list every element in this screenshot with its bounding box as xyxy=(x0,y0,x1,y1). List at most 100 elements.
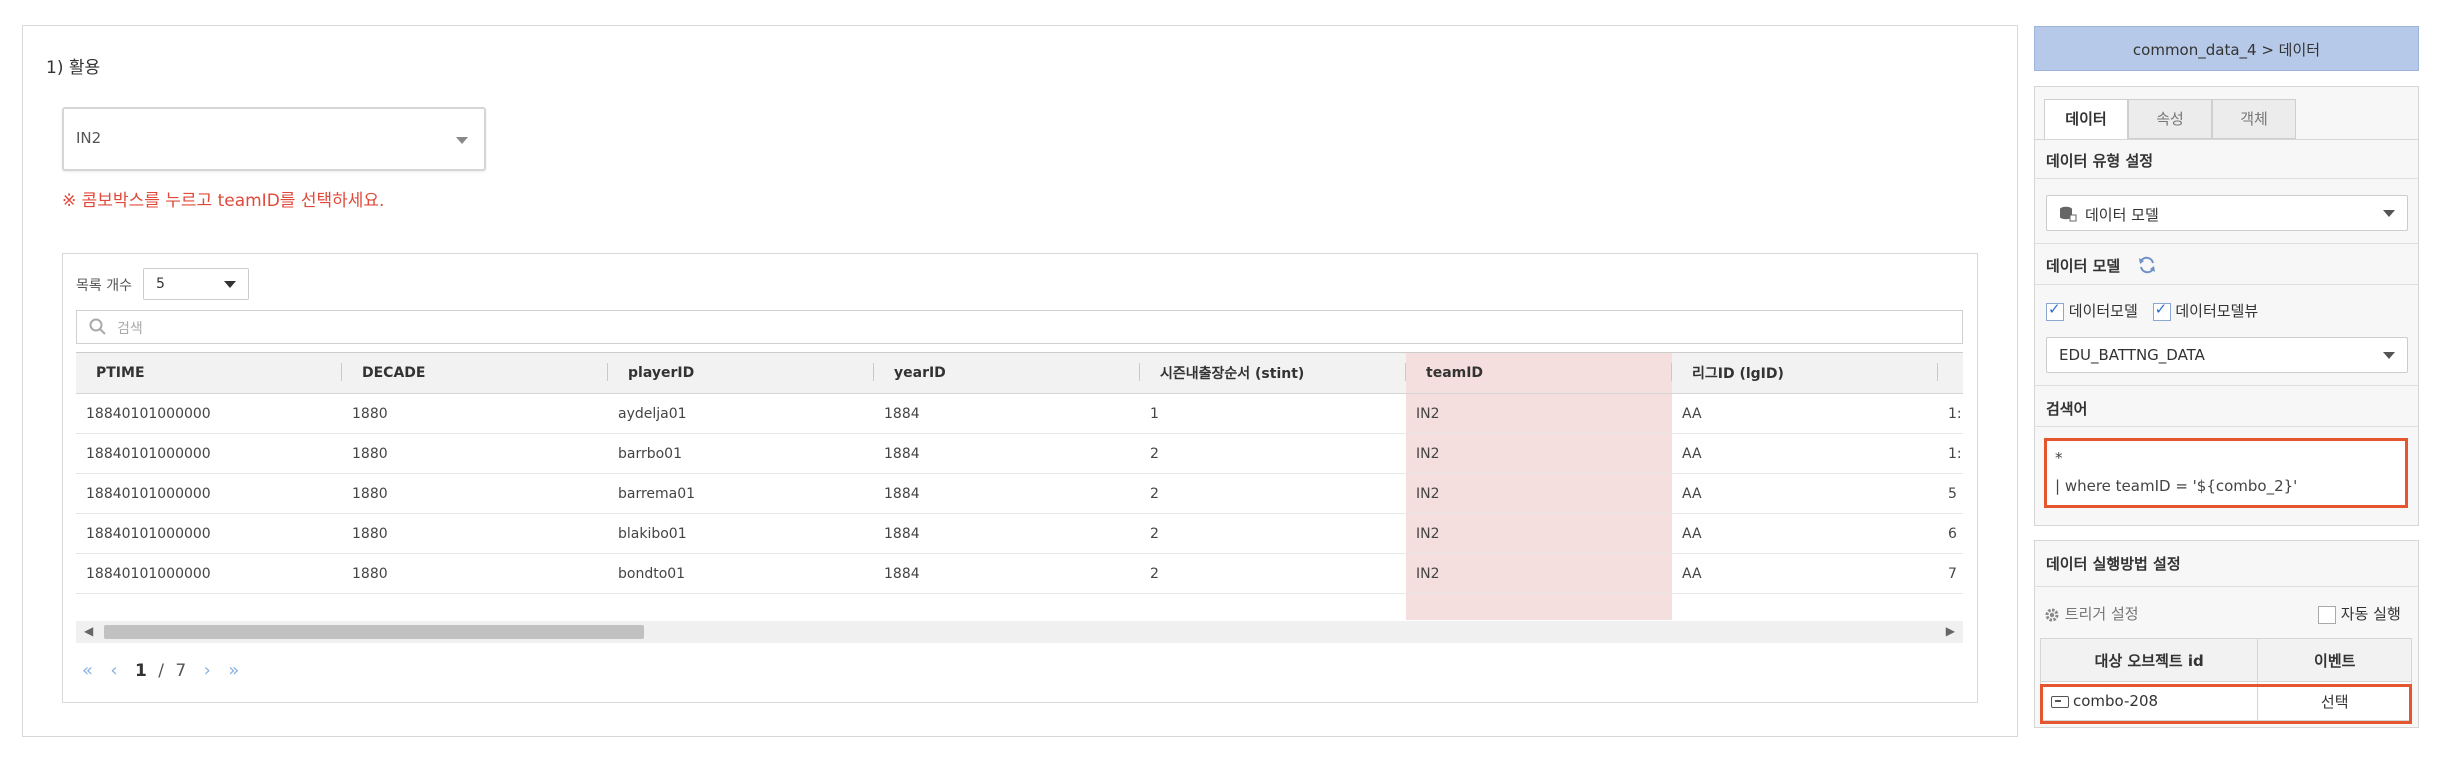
grid-filler xyxy=(76,593,1963,620)
trigger-label: 트리거 설정 xyxy=(2064,605,2139,623)
cell: 1880 xyxy=(342,553,608,594)
chevron-down-icon xyxy=(2383,210,2395,217)
refresh-icon[interactable] xyxy=(2137,255,2157,275)
column-header[interactable]: yearID xyxy=(874,353,1140,394)
query-label: 검색어 xyxy=(2046,400,2088,418)
cell: 7 xyxy=(1938,553,1963,594)
cell: AA xyxy=(1672,393,1938,434)
query-line-2: | where teamID = '${combo_2}' xyxy=(2055,477,2298,495)
grid-header-row: PTIME DECADE playerID yearID 시즌내출장순서 (st… xyxy=(76,353,1963,394)
checkbox-auto-run[interactable] xyxy=(2318,605,2336,624)
page-separator: / xyxy=(158,661,165,681)
data-model-select[interactable]: EDU_BATTNG_DATA xyxy=(2046,337,2408,373)
scroll-right-icon[interactable]: ▶ xyxy=(1946,624,1955,638)
cell: IN2 xyxy=(1406,473,1672,514)
table-row[interactable]: 18840101000000 1880 aydelja01 1884 1 IN2… xyxy=(76,393,1963,434)
trigger-settings[interactable]: 트리거 설정 xyxy=(2044,603,2139,624)
data-type-select[interactable]: 데이터 모델 xyxy=(2046,195,2408,231)
cell: barrbo01 xyxy=(608,433,874,474)
cell: 1884 xyxy=(874,553,1140,594)
cell: IN2 xyxy=(1406,433,1672,474)
cell: 1884 xyxy=(874,513,1140,554)
section-title: 1) 활용 xyxy=(46,58,101,78)
cell: aydelja01 xyxy=(608,393,874,434)
exec-label: 데이터 실행방법 설정 xyxy=(2046,555,2181,573)
cell: AA xyxy=(1672,513,1938,554)
first-page-button[interactable]: « xyxy=(82,660,93,681)
database-icon xyxy=(2060,206,2077,222)
table-row[interactable]: 18840101000000 1880 barrbo01 1884 2 IN2 … xyxy=(76,433,1963,474)
divider xyxy=(2034,243,2419,244)
table-row[interactable]: 18840101000000 1880 blakibo01 1884 2 IN2… xyxy=(76,513,1963,554)
next-page-button[interactable]: › xyxy=(204,660,211,681)
pagination: « ‹ 1 / 7 › » xyxy=(82,660,251,681)
tab-properties[interactable]: 속성 xyxy=(2128,99,2212,139)
row-count-value: 5 xyxy=(156,276,165,292)
total-pages: 7 xyxy=(175,661,187,681)
auto-run-toggle[interactable]: 자동 실행 xyxy=(2318,603,2401,624)
cell: 2 xyxy=(1140,513,1406,554)
cell: 1880 xyxy=(342,393,608,434)
divider xyxy=(2034,586,2419,587)
prev-page-button[interactable]: ‹ xyxy=(110,660,117,681)
search-placeholder: 검색 xyxy=(117,321,143,337)
query-textarea[interactable]: * | where teamID = '${combo_2}' xyxy=(2044,438,2408,508)
cell: 18840101000000 xyxy=(76,513,342,554)
cell: 18840101000000 xyxy=(76,433,342,474)
data-type-label: 데이터 유형 설정 xyxy=(2046,152,2154,170)
divider xyxy=(2034,178,2419,179)
column-header[interactable]: playerID xyxy=(608,353,874,394)
auto-run-label: 자동 실행 xyxy=(2340,605,2401,623)
chevron-down-icon xyxy=(2383,352,2395,359)
cell: AA xyxy=(1672,473,1938,514)
divider xyxy=(2034,426,2419,427)
column-header[interactable]: DECADE xyxy=(342,353,608,394)
cell: IN2 xyxy=(1406,553,1672,594)
model-checkboxes: 데이터모델 데이터모델뷰 xyxy=(2046,300,2258,321)
last-page-button[interactable]: » xyxy=(228,660,239,681)
grid-search-input[interactable]: 검색 xyxy=(76,310,1963,344)
team-combobox[interactable]: IN2 xyxy=(62,107,486,171)
column-header[interactable]: 리그ID (lgID) xyxy=(1672,353,1938,394)
tab-divider xyxy=(2034,139,2419,140)
cell: 2 xyxy=(1140,553,1406,594)
cell: 1880 xyxy=(342,433,608,474)
cell: 2 xyxy=(1140,473,1406,514)
divider xyxy=(2034,284,2419,285)
scroll-left-icon[interactable]: ◀ xyxy=(84,624,93,638)
cell: AA xyxy=(1672,553,1938,594)
event-header-row: 대상 오브젝트 id 이벤트 xyxy=(2039,638,2412,682)
search-icon xyxy=(89,318,106,335)
tab-objects[interactable]: 객체 xyxy=(2212,99,2296,139)
table-row[interactable]: 18840101000000 1880 bondto01 1884 2 IN2 … xyxy=(76,553,1963,594)
horizontal-scrollbar[interactable]: ◀ ▶ xyxy=(76,621,1963,643)
scrollbar-thumb[interactable] xyxy=(104,625,644,639)
chevron-down-icon xyxy=(456,137,468,144)
cell: 5 xyxy=(1938,473,1963,514)
row-count-select[interactable]: 5 xyxy=(143,268,249,300)
checkbox-data-model-view[interactable] xyxy=(2152,300,2171,321)
query-line-1: * xyxy=(2055,449,2063,467)
tab-data[interactable]: 데이터 xyxy=(2044,99,2128,139)
cell: 18840101000000 xyxy=(76,393,342,434)
cell: 1884 xyxy=(874,393,1140,434)
column-header[interactable]: 시즌내출장순서 (stint) xyxy=(1140,353,1406,394)
chevron-down-icon xyxy=(224,281,236,288)
column-header[interactable] xyxy=(1938,353,1963,394)
cell: AA xyxy=(1672,433,1938,474)
cell: 1884 xyxy=(874,433,1140,474)
data-model-label: 데이터 모델 xyxy=(2046,257,2121,275)
column-header-teamid[interactable]: teamID xyxy=(1406,353,1672,394)
column-header[interactable]: PTIME xyxy=(76,353,342,394)
table-row[interactable]: 18840101000000 1880 barrema01 1884 2 IN2… xyxy=(76,473,1963,514)
cell: IN2 xyxy=(1406,393,1672,434)
cell: barrema01 xyxy=(608,473,874,514)
row-count-label: 목록 개수 xyxy=(76,278,132,294)
data-type-value: 데이터 모델 xyxy=(2085,206,2159,224)
checkbox-data-model[interactable] xyxy=(2046,300,2064,321)
current-page: 1 xyxy=(135,661,147,681)
cell: 1880 xyxy=(342,513,608,554)
cell: 1: xyxy=(1938,433,1963,474)
cell: 2 xyxy=(1140,433,1406,474)
data-grid: PTIME DECADE playerID yearID 시즌내출장순서 (st… xyxy=(76,352,1963,620)
